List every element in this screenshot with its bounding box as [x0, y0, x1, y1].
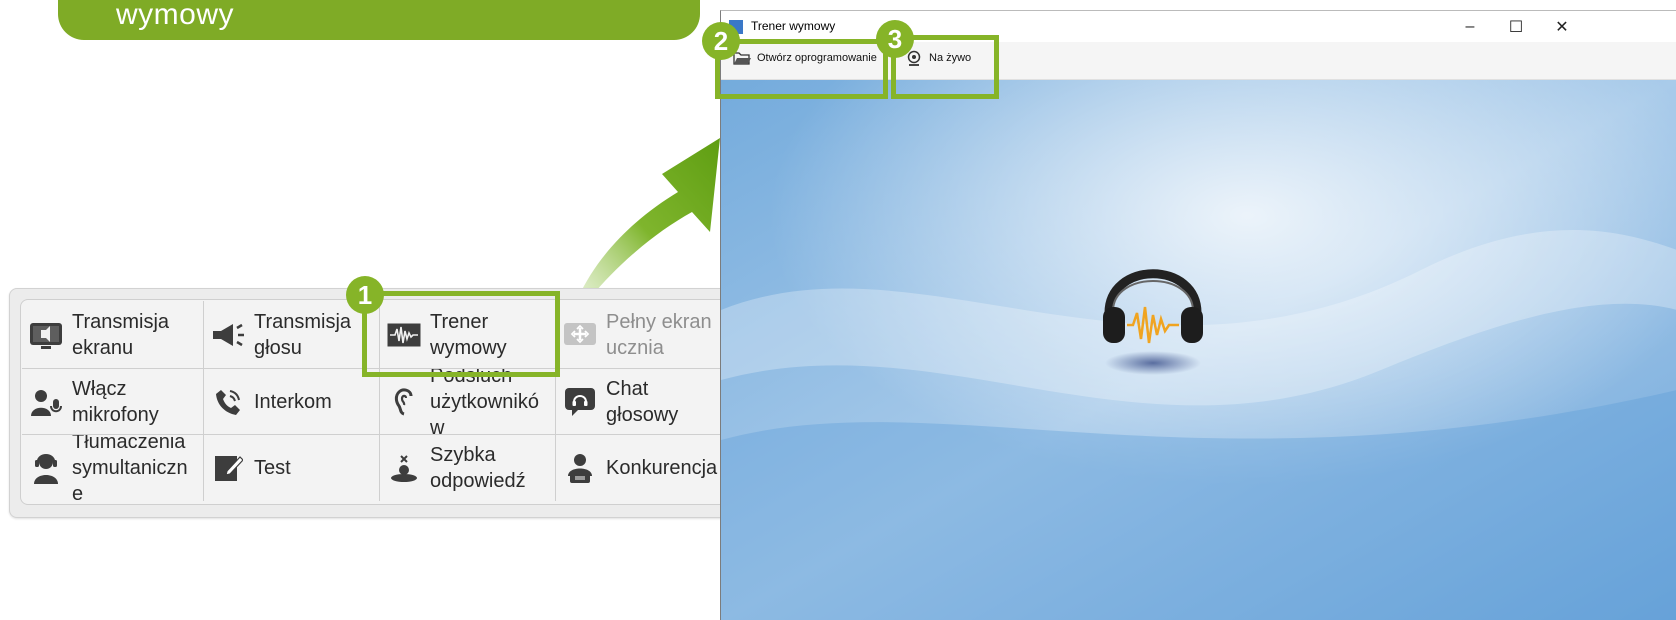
voice-transmission-label-2: głosu [254, 336, 302, 359]
student-fullscreen-label-2: ucznia [606, 336, 664, 359]
enable-microphones-button[interactable]: Włącz mikrofony [22, 368, 203, 434]
voice-transmission-button[interactable]: Transmisja głosu [203, 301, 379, 368]
voice-chat-label-2: głosowy [606, 403, 679, 426]
minimize-button[interactable]: – [1447, 13, 1493, 41]
voice-chat-button[interactable]: Chat głosowy [555, 368, 742, 434]
voice-chat-icon [562, 384, 598, 420]
pointer-arrow [578, 138, 720, 298]
user-monitoring-label-3: w [430, 416, 445, 435]
trainer-canvas [721, 80, 1676, 620]
simultaneous-translation-button[interactable]: Tłumaczenia symultaniczn e [22, 434, 203, 501]
window-title: Trener wymowy [751, 19, 836, 33]
step-badge-2: 2 [702, 22, 740, 60]
simultaneous-translation-label-1: Tłumaczenia [72, 434, 186, 453]
intercom-button[interactable]: Interkom [203, 368, 379, 434]
pronunciation-trainer-window: Trener wymowy – ☐ ✕ Otwórz oprogramowani… [720, 10, 1676, 620]
highlight-box-2 [715, 39, 888, 99]
test-label: Test [254, 457, 291, 479]
screen-transmission-label-2: ekranu [72, 336, 134, 359]
voice-transmission-label-1: Transmisja [254, 310, 352, 333]
enable-microphones-label-2: mikrofony [72, 403, 159, 426]
student-fullscreen-button[interactable]: Pełny ekran ucznia [555, 301, 742, 368]
fullscreen-icon [562, 317, 598, 353]
user-monitoring-button[interactable]: Podsłuch użytkownikó w [379, 368, 555, 434]
close-button[interactable]: ✕ [1539, 13, 1585, 41]
megaphone-icon [210, 317, 246, 353]
quick-answer-button[interactable]: Szybka odpowiedź [379, 434, 555, 501]
interpreter-icon [28, 450, 64, 486]
test-button[interactable]: Test [203, 434, 379, 501]
users-mic-icon [28, 384, 64, 420]
competition-label: Konkurencja [606, 457, 718, 479]
intercom-label: Interkom [254, 390, 332, 413]
quick-answer-label-1: Szybka [430, 444, 496, 466]
step-badge-3: 3 [876, 20, 914, 58]
window-titlebar: Trener wymowy – ☐ ✕ [721, 11, 1676, 42]
student-fullscreen-label-1: Pełny ekran [606, 310, 712, 333]
simultaneous-translation-label-2: symultaniczn [72, 457, 188, 479]
test-icon [210, 450, 246, 486]
banner-text: wymowy [116, 0, 235, 31]
competition-button[interactable]: Konkurencja [555, 434, 742, 501]
ear-icon [386, 384, 422, 420]
screen-transmission-icon [28, 317, 64, 353]
user-monitoring-label-2: użytkownikó [430, 390, 539, 413]
screen-transmission-label-1: Transmisja [72, 310, 170, 333]
competition-icon [562, 450, 598, 486]
quick-answer-label-2: odpowiedź [430, 470, 526, 492]
highlight-box-1 [362, 291, 560, 377]
simultaneous-translation-label-3: e [72, 483, 84, 501]
quick-answer-icon [386, 450, 422, 486]
phone-icon [210, 384, 246, 420]
enable-microphones-label-1: Włącz [72, 377, 127, 400]
headphones-icon [1103, 269, 1203, 375]
maximize-button[interactable]: ☐ [1493, 13, 1539, 41]
screen-transmission-button[interactable]: Transmisja ekranu [22, 301, 203, 368]
voice-chat-label-1: Chat [606, 377, 649, 400]
title-banner: wymowy [58, 0, 700, 40]
step-badge-1: 1 [346, 276, 384, 314]
